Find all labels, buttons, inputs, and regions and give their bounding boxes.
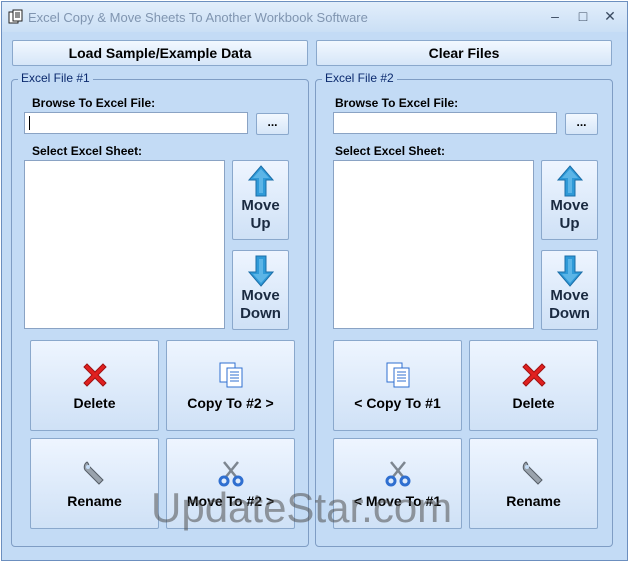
maximize-button[interactable]: □ (573, 7, 593, 25)
group-label-file-2: Excel File #2 (322, 71, 397, 85)
rename-button-1[interactable]: Rename (30, 438, 159, 529)
copy-label-2: < Copy To #1 (354, 395, 441, 411)
arrow-up-icon (247, 165, 274, 197)
rename-label-2: Rename (506, 493, 561, 509)
sheet-list-1[interactable] (24, 160, 225, 329)
wrench-icon (522, 461, 543, 485)
file-path-input-1[interactable] (24, 112, 248, 134)
load-sample-button[interactable]: Load Sample/Example Data (12, 40, 308, 66)
copy-to-1-button[interactable]: < Copy To #1 (333, 340, 462, 431)
sheet-list-2[interactable] (333, 160, 534, 329)
move-down-label-2: Move Down (549, 287, 590, 322)
scissors-icon (385, 461, 410, 487)
browse-button-1[interactable]: ... (256, 113, 289, 135)
rename-button-2[interactable]: Rename (469, 438, 598, 529)
delete-x-icon (82, 363, 107, 387)
file-path-input-2[interactable] (333, 112, 557, 134)
clear-files-button[interactable]: Clear Files (316, 40, 612, 66)
copy-label-1: Copy To #2 > (187, 395, 274, 411)
delete-button-2[interactable]: Delete (469, 340, 598, 431)
rename-label-1: Rename (67, 493, 122, 509)
browse-label-file-2: Browse To Excel File: (335, 96, 459, 110)
scissors-icon (218, 461, 243, 487)
copy-documents-icon (219, 362, 242, 388)
move-down-button-2[interactable]: Move Down (541, 250, 598, 330)
watermark-text: UpdateStar.com (151, 484, 453, 531)
move-up-button-2[interactable]: Move Up (541, 160, 598, 240)
move-up-label-2: Move Up (550, 197, 589, 232)
window-title: Excel Copy & Move Sheets To Another Work… (28, 10, 368, 25)
delete-button-1[interactable]: Delete (30, 340, 159, 431)
move-down-button-1[interactable]: Move Down (232, 250, 289, 330)
move-up-label-1: Move Up (241, 197, 280, 232)
close-button[interactable]: ✕ (600, 7, 620, 25)
excel-file-2-group: Excel File #2 Browse To Excel File: ... … (315, 71, 613, 547)
group-label-file-1: Excel File #1 (18, 71, 93, 85)
excel-file-1-group: Excel File #1 Browse To Excel File: ... … (11, 71, 309, 547)
app-icon (8, 9, 23, 24)
text-caret (29, 116, 30, 130)
copy-to-2-button[interactable]: Copy To #2 > (166, 340, 295, 431)
copy-documents-icon (386, 362, 409, 388)
app-window: Excel Copy & Move Sheets To Another Work… (1, 1, 628, 561)
delete-label-1: Delete (73, 395, 116, 411)
browse-button-2[interactable]: ... (565, 113, 598, 135)
browse-label-file-1: Browse To Excel File: (32, 96, 156, 110)
arrow-down-icon (247, 255, 274, 287)
delete-label-2: Delete (512, 395, 555, 411)
select-sheet-label-file-2: Select Excel Sheet: (335, 144, 446, 158)
move-up-button-1[interactable]: Move Up (232, 160, 289, 240)
wrench-icon (83, 461, 104, 485)
select-sheet-label-file-1: Select Excel Sheet: (32, 144, 143, 158)
arrow-down-icon (556, 255, 583, 287)
arrow-up-icon (556, 165, 583, 197)
delete-x-icon (521, 363, 546, 387)
move-down-label-1: Move Down (240, 287, 281, 322)
title-bar[interactable]: Excel Copy & Move Sheets To Another Work… (2, 2, 627, 32)
minimize-button[interactable]: – (545, 7, 565, 25)
